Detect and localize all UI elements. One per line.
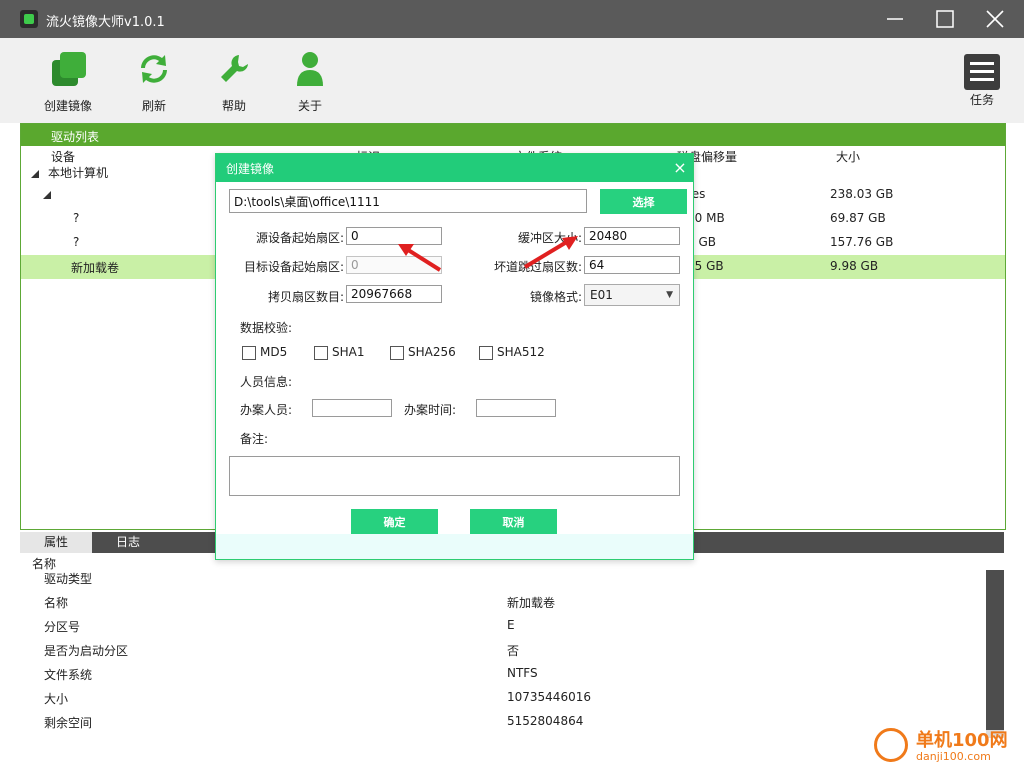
- dialog-title: 创建镜像: [226, 162, 275, 176]
- about-label: 关于: [297, 99, 322, 113]
- help-label: 帮助: [221, 99, 246, 113]
- scrollbar-thumb[interactable]: [986, 570, 1004, 730]
- sha256-label: SHA256: [408, 345, 456, 359]
- md5-label: MD5: [260, 345, 288, 359]
- menu-icon: [964, 54, 1000, 90]
- dialog-footer: [216, 534, 693, 559]
- row-name: ?: [73, 211, 80, 225]
- refresh-icon: [141, 55, 167, 83]
- buffer-size-input[interactable]: [584, 227, 680, 245]
- expand-triangle-icon[interactable]: [43, 191, 51, 199]
- src-start-label: 源设备起始扇区:: [255, 231, 344, 245]
- drive-list-title: 驱动列表: [51, 130, 100, 144]
- dst-start-input: [346, 256, 442, 274]
- property-key: 名称: [44, 596, 69, 610]
- sha512-label: SHA512: [497, 345, 545, 359]
- row-size: 238.03 GB: [830, 187, 894, 201]
- watermark-url: danji100.com: [916, 750, 991, 763]
- create-image-label: 创建镜像: [43, 99, 92, 113]
- row-size: 69.87 GB: [830, 211, 886, 225]
- minimize-icon: [887, 18, 903, 20]
- user-icon: [297, 52, 323, 86]
- copy-count-label: 拷贝扇区数目:: [267, 290, 344, 304]
- bad-skip-label: 坏道跳过扇区数:: [493, 260, 582, 274]
- wrench-icon: [221, 55, 248, 82]
- minimize-button[interactable]: [872, 0, 918, 38]
- property-value: 10735446016: [507, 690, 591, 704]
- note-label: 备注:: [240, 432, 269, 446]
- dialog-close-button[interactable]: ×: [670, 158, 690, 178]
- md5-checkbox[interactable]: [242, 346, 256, 360]
- property-key: 文件系统: [44, 668, 93, 682]
- buffer-size-label: 缓冲区大小:: [517, 231, 582, 245]
- tab-log[interactable]: 日志: [92, 532, 164, 553]
- refresh-label: 刷新: [141, 99, 166, 113]
- app-logo-icon: [20, 10, 38, 28]
- sha1-label: SHA1: [332, 345, 365, 359]
- sha256-checkbox[interactable]: [390, 346, 404, 360]
- create-image-button[interactable]: 创建镜像: [28, 38, 108, 118]
- property-value: 新加载卷: [507, 596, 556, 610]
- case-time-label: 办案时间:: [404, 403, 457, 417]
- cancel-button[interactable]: 取消: [470, 509, 557, 534]
- tree-root-label: 本地计算机: [48, 166, 109, 180]
- sha1-checkbox[interactable]: [314, 346, 328, 360]
- create-image-icon: [52, 52, 86, 86]
- dst-start-label: 目标设备起始扇区:: [243, 260, 344, 274]
- title-bar: 流火镜像大师v1.0.1: [0, 0, 1024, 38]
- operator-label: 办案人员:: [240, 403, 293, 417]
- image-format-label: 镜像格式:: [529, 290, 582, 304]
- case-time-input[interactable]: [476, 399, 556, 417]
- watermark-text: 单机100网: [916, 730, 1008, 751]
- close-icon: [986, 10, 1004, 28]
- sha512-checkbox[interactable]: [479, 346, 493, 360]
- person-info-label: 人员信息:: [240, 375, 293, 389]
- property-key: 驱动类型: [44, 572, 93, 586]
- note-textarea[interactable]: [229, 456, 680, 496]
- bad-skip-input[interactable]: [584, 256, 680, 274]
- copy-count-input[interactable]: [346, 285, 442, 303]
- properties-scrollbar[interactable]: [986, 570, 1004, 738]
- dialog-title-bar: 创建镜像 ×: [216, 154, 693, 182]
- image-format-select[interactable]: E01 ▼: [584, 284, 680, 306]
- chevron-down-icon: ▼: [666, 290, 673, 300]
- tasks-label: 任务: [969, 93, 994, 107]
- close-button[interactable]: [972, 0, 1018, 38]
- tab-properties[interactable]: 属性: [20, 532, 92, 553]
- src-start-input[interactable]: [346, 227, 442, 245]
- refresh-button[interactable]: 刷新: [114, 38, 194, 118]
- property-value: 否: [507, 644, 520, 658]
- properties-panel: 属性 日志 名称 驱动类型 名称 新加载卷 分区号 E 是否为启动分区 否 文件…: [20, 532, 1004, 738]
- help-button[interactable]: 帮助: [194, 38, 274, 118]
- row-name: ?: [73, 235, 80, 249]
- property-value: 5152804864: [507, 714, 584, 728]
- select-button[interactable]: 选择: [600, 189, 687, 214]
- image-path-input[interactable]: [229, 189, 587, 213]
- property-key: 剩余空间: [44, 716, 93, 730]
- drive-list-header: 驱动列表: [21, 124, 1005, 146]
- window-title: 流火镜像大师v1.0.1: [46, 15, 165, 30]
- property-key: 是否为启动分区: [44, 644, 129, 658]
- row-size: 157.76 GB: [830, 235, 894, 249]
- create-image-dialog: 创建镜像 × 选择 源设备起始扇区: 目标设备起始扇区: 拷贝扇区数目: 缓冲区…: [215, 153, 694, 560]
- about-button[interactable]: 关于: [270, 38, 350, 118]
- property-value: NTFS: [507, 666, 538, 680]
- toolbar: 创建镜像 刷新 帮助 关于 任务: [0, 38, 1024, 123]
- row-name: 新加载卷: [71, 261, 120, 275]
- image-format-value: E01: [590, 288, 613, 302]
- property-key: 分区号: [44, 620, 81, 634]
- operator-input[interactable]: [312, 399, 392, 417]
- maximize-icon: [936, 10, 954, 28]
- expand-triangle-icon[interactable]: [31, 170, 39, 178]
- row-size: 9.98 GB: [830, 259, 879, 273]
- checksum-label: 数据校验:: [240, 321, 293, 335]
- watermark: 单机100网 danji100.com: [870, 724, 1024, 768]
- ok-button[interactable]: 确定: [351, 509, 438, 534]
- maximize-button[interactable]: [922, 0, 968, 38]
- property-key: 大小: [44, 692, 69, 706]
- tasks-button[interactable]: 任务: [944, 38, 1020, 118]
- property-value: E: [507, 618, 515, 632]
- watermark-logo-icon: [874, 728, 908, 762]
